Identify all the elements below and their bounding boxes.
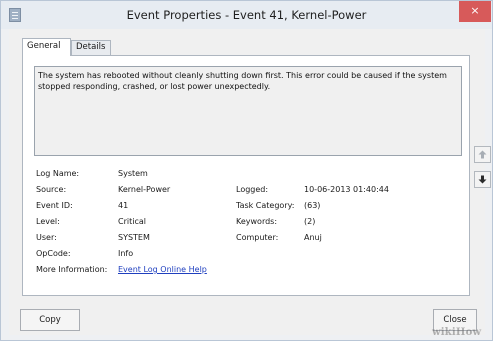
event-properties-window: Event Properties - Event 41, Kernel-Powe…: [0, 0, 493, 341]
user-value: SYSTEM: [118, 233, 150, 242]
keywords-label: Keywords:: [236, 217, 278, 226]
source-value: Kernel-Power: [118, 185, 171, 194]
down-arrow-icon: [478, 175, 487, 184]
event-id-value: 41: [118, 201, 129, 210]
tab-details[interactable]: Details: [71, 40, 111, 55]
opcode-label: OpCode:: [36, 249, 71, 258]
more-information-label: More Information:: [36, 265, 108, 274]
up-arrow-icon: [478, 150, 487, 159]
task-category-label: Task Category:: [236, 201, 295, 210]
window-close-button[interactable]: ×: [459, 1, 491, 22]
logged-value: 10-06-2013 01:40:44: [304, 185, 389, 194]
opcode-value: Info: [118, 249, 134, 258]
title-bar[interactable]: Event Properties - Event 41, Kernel-Powe…: [1, 1, 492, 29]
wikihow-watermark: wikiHow: [432, 327, 482, 338]
keywords-value: (2): [304, 217, 316, 226]
previous-event-button[interactable]: [474, 146, 491, 163]
log-name-value: System: [118, 169, 148, 178]
logged-label: Logged:: [236, 185, 269, 194]
log-name-label: Log Name:: [36, 169, 80, 178]
level-label: Level:: [36, 217, 60, 226]
window-title: Event Properties - Event 41, Kernel-Powe…: [126, 8, 367, 22]
event-description[interactable]: The system has rebooted without cleanly …: [34, 66, 462, 156]
computer-value: Anuj: [304, 233, 322, 242]
source-label: Source:: [36, 185, 67, 194]
event-id-label: Event ID:: [36, 201, 73, 210]
task-category-value: (63): [304, 201, 321, 210]
copy-button[interactable]: Copy: [20, 309, 80, 331]
dialog-body: General Details The system has rebooted …: [9, 29, 491, 335]
event-log-online-help-link[interactable]: Event Log Online Help: [118, 265, 207, 275]
level-value: Critical: [118, 217, 146, 226]
next-event-button[interactable]: [474, 171, 491, 188]
computer-label: Computer:: [236, 233, 279, 242]
general-tab-panel: The system has rebooted without cleanly …: [22, 55, 470, 296]
tab-general[interactable]: General: [22, 38, 71, 56]
user-label: User:: [36, 233, 57, 242]
